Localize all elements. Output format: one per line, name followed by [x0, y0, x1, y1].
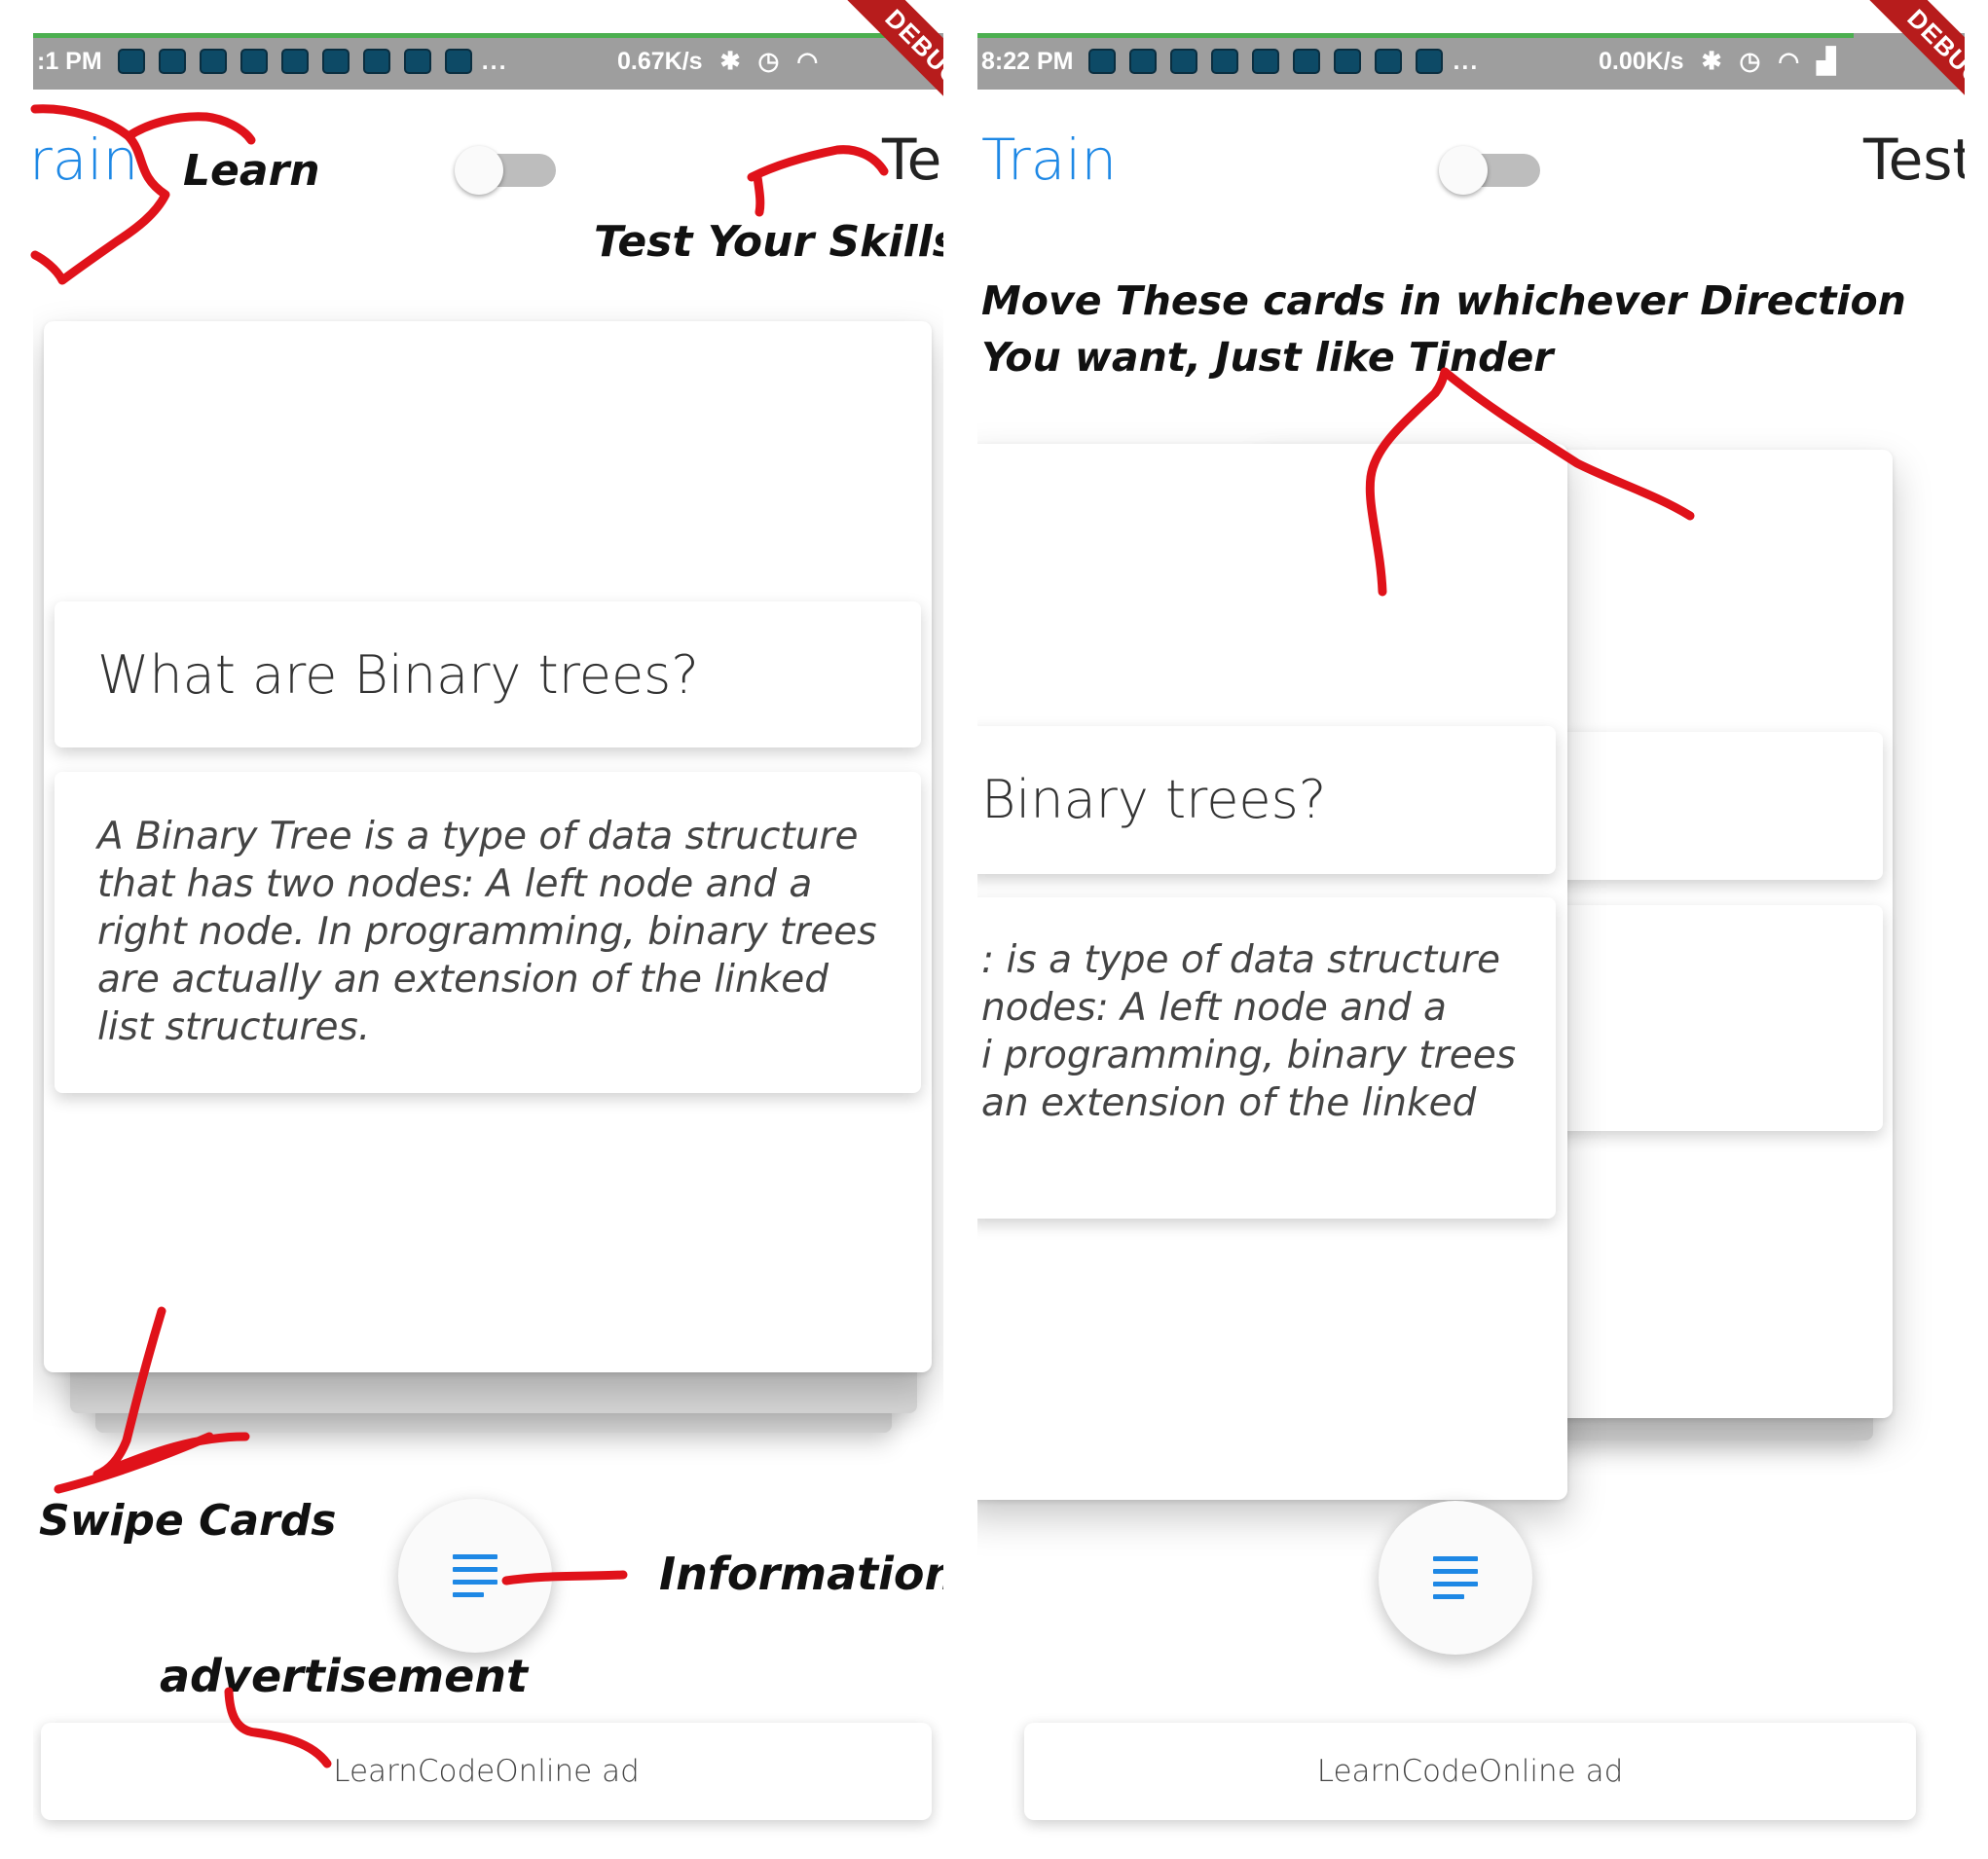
notification-icon — [362, 49, 390, 74]
notification-icon — [158, 49, 186, 74]
alarm-icon: ◷ — [757, 48, 780, 75]
wifi-icon: ◠ — [796, 48, 819, 75]
bluetooth-icon: ✱ — [719, 48, 741, 75]
notification-icon — [117, 49, 145, 74]
notification-icon — [239, 49, 268, 74]
status-app-icons — [117, 49, 472, 74]
annotation-move-cards: Move These cards in whichever Direction … — [981, 277, 1906, 381]
left-screen: :1 PM ... 0.67K/s ✱ ◷ ◠ DEBUG rain Te Le… — [33, 0, 943, 1859]
notification-icon — [1334, 49, 1362, 74]
tab-test[interactable]: Test — [1863, 127, 1965, 193]
flash-card-front[interactable]: Binary trees? : is a type of data struct… — [977, 444, 1567, 1500]
question-text: Binary trees? — [981, 769, 1327, 830]
status-app-icons — [1088, 49, 1444, 74]
notification-icon — [280, 49, 309, 74]
signal-icon: ▟ — [1817, 48, 1836, 75]
status-right-group: 0.67K/s ✱ ◷ ◠ — [617, 47, 818, 76]
bluetooth-icon: ✱ — [1701, 48, 1722, 75]
notification-icon — [1375, 49, 1403, 74]
menu-icon — [453, 1554, 497, 1597]
annotation-advertisement: advertisement — [160, 1650, 529, 1702]
status-more: ... — [481, 47, 508, 75]
ad-banner[interactable]: LearnCodeOnline ad — [1024, 1723, 1916, 1820]
status-time: :1 PM — [37, 47, 102, 75]
mode-toggle[interactable] — [455, 146, 556, 195]
info-button[interactable] — [1379, 1501, 1532, 1655]
status-more: ... — [1453, 47, 1480, 75]
annotation-information: Information — [659, 1548, 943, 1600]
alarm-icon: ◷ — [1739, 48, 1761, 75]
annotation-learn: Learn — [183, 146, 320, 196]
mode-toggle[interactable] — [1439, 146, 1540, 195]
status-bar: :1 PM ... 0.67K/s ✱ ◷ ◠ — [33, 33, 943, 90]
status-bar: 8:22 PM ... 0.00K/s ✱ ◷ ◠ ▟ — [977, 33, 1965, 90]
menu-icon — [1433, 1556, 1478, 1599]
answer-box: : is a type of data structure nodes: A l… — [977, 897, 1556, 1219]
network-speed: 0.00K/s — [1599, 47, 1684, 75]
notification-icon — [1129, 49, 1158, 74]
ad-banner[interactable]: LearnCodeOnline ad — [41, 1723, 932, 1820]
status-time: 8:22 PM — [981, 47, 1074, 75]
answer-line: i programming, binary trees — [981, 1034, 1517, 1077]
right-screen: 8:22 PM ... 0.00K/s ✱ ◷ ◠ ▟ DEBUG Train … — [977, 0, 1965, 1859]
question-text: What are Binary trees? — [97, 644, 699, 706]
loading-line — [977, 33, 1854, 38]
notification-icon — [321, 49, 350, 74]
notification-icon — [1293, 49, 1321, 74]
notification-icon — [1211, 49, 1239, 74]
question-box: Binary trees? — [977, 726, 1556, 874]
tab-test[interactable]: Te — [882, 127, 941, 193]
app-bar: Train Test — [977, 127, 1965, 214]
answer-line: an extension of the linked — [981, 1081, 1477, 1125]
annotation-swipe-cards: Swipe Cards — [39, 1496, 337, 1546]
answer-box: A Binary Tree is a type of data structur… — [55, 772, 921, 1093]
answer-line: : is a type of data structure — [981, 938, 1500, 982]
question-box: What are Binary trees? — [55, 601, 921, 747]
tab-train[interactable]: Train — [981, 127, 1117, 193]
notification-icon — [1170, 49, 1198, 74]
tab-train[interactable]: rain — [33, 127, 138, 193]
loading-line — [33, 33, 929, 38]
notification-icon — [1088, 49, 1117, 74]
answer-line: nodes: A left node and a — [981, 986, 1447, 1030]
notification-icon — [444, 49, 472, 74]
annotation-test-skills: Test Your Skills — [594, 217, 943, 267]
notification-icon — [199, 49, 227, 74]
app-bar: rain Te — [33, 127, 943, 214]
flash-card[interactable]: What are Binary trees? A Binary Tree is … — [44, 321, 932, 1372]
toggle-thumb — [1439, 146, 1488, 195]
network-speed: 0.67K/s — [617, 47, 703, 75]
answer-text: A Binary Tree is a type of data structur… — [97, 815, 877, 1049]
toggle-thumb — [455, 146, 503, 195]
notification-icon — [1252, 49, 1280, 74]
notification-icon — [403, 49, 431, 74]
wifi-icon: ◠ — [1778, 48, 1800, 75]
status-right-group: 0.00K/s ✱ ◷ ◠ ▟ — [1599, 47, 1835, 76]
info-button[interactable] — [398, 1499, 552, 1653]
notification-icon — [1416, 49, 1444, 74]
